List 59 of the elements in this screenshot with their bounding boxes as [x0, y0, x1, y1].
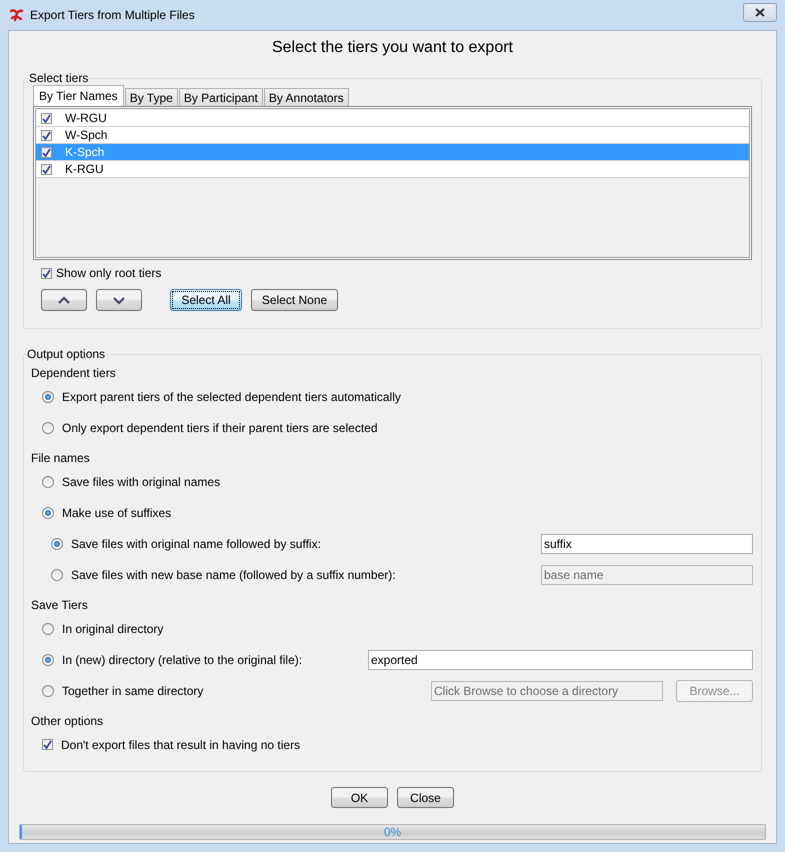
option-label: Save files with original names [62, 474, 222, 488]
tier-row[interactable]: W-RGU [36, 110, 749, 127]
checkbox-label: Show only root tiers [56, 266, 162, 280]
chevron-up-icon [58, 296, 70, 304]
button[interactable]: OK [331, 787, 388, 808]
window-title: Export Tiers from Multiple Files [30, 8, 196, 22]
tier-name: W-RGU [65, 111, 107, 125]
group-label: Select tiers [29, 71, 88, 85]
app-icon [9, 8, 24, 22]
section-title: Other options [31, 713, 104, 729]
progress-text: 0% [384, 825, 402, 839]
checkbox[interactable] [41, 146, 52, 158]
dialog-heading: Select the tiers you want to export [272, 39, 513, 57]
chevron-down-icon [113, 296, 125, 304]
option-label: Export parent tiers of the selected dependent tiers automatically [62, 390, 402, 404]
radio-button[interactable] [42, 654, 54, 666]
option-label: Save files with original name followed by suffix: [71, 536, 322, 550]
button[interactable]: Close [397, 787, 454, 808]
option-label: Make use of suffixes [62, 506, 172, 520]
close-button[interactable] [743, 2, 777, 22]
tab[interactable]: By Type [124, 88, 178, 106]
group-label: Output options [27, 347, 106, 361]
radio-button[interactable] [42, 390, 54, 402]
tier-name: W-Spch [65, 128, 108, 142]
move-down-button[interactable] [96, 289, 142, 311]
tab[interactable]: By Participant [178, 88, 263, 106]
option-label: In original directory [62, 622, 164, 636]
radio-button[interactable] [42, 506, 54, 518]
checkbox[interactable] [41, 130, 52, 140]
option-label: Together in same directory [62, 684, 204, 698]
option-label: Save files with new base name (followed by a suffix number): [71, 568, 397, 582]
checkbox[interactable] [42, 739, 53, 750]
radio-button[interactable] [42, 684, 54, 696]
tier-row[interactable]: K-RGU [36, 161, 749, 178]
input-field[interactable]: suffix [541, 534, 753, 554]
tab[interactable]: By Annotators [264, 88, 349, 106]
option-label: Don't export files that result in having no tiers [61, 738, 302, 752]
option-label: Only export dependent tiers if their parent tiers are selected [62, 420, 379, 434]
input-field[interactable]: exported [368, 650, 753, 670]
radio-button[interactable] [51, 568, 63, 580]
radio-button[interactable] [51, 538, 63, 550]
tab[interactable]: By Tier Names [33, 85, 124, 106]
section-title: Dependent tiers [31, 365, 117, 381]
tier-name: K-RGU [65, 162, 104, 176]
radio-button[interactable] [42, 422, 54, 434]
close-icon [755, 8, 765, 16]
tier-row[interactable]: W-Spch [36, 127, 749, 144]
button[interactable]: Select All [170, 289, 242, 311]
move-up-button[interactable] [41, 289, 87, 311]
radio-button[interactable] [42, 622, 54, 634]
checkbox[interactable] [41, 164, 52, 174]
checkbox[interactable] [41, 112, 52, 124]
button[interactable]: Select None [251, 289, 338, 311]
section-title: File names [31, 450, 91, 466]
radio-button[interactable] [42, 476, 54, 488]
section-title: Save Tiers [31, 597, 89, 613]
checkbox[interactable] [41, 268, 52, 278]
option-label: In (new) directory (relative to the original file): [62, 652, 304, 666]
tier-name: K-Spch [65, 145, 104, 159]
